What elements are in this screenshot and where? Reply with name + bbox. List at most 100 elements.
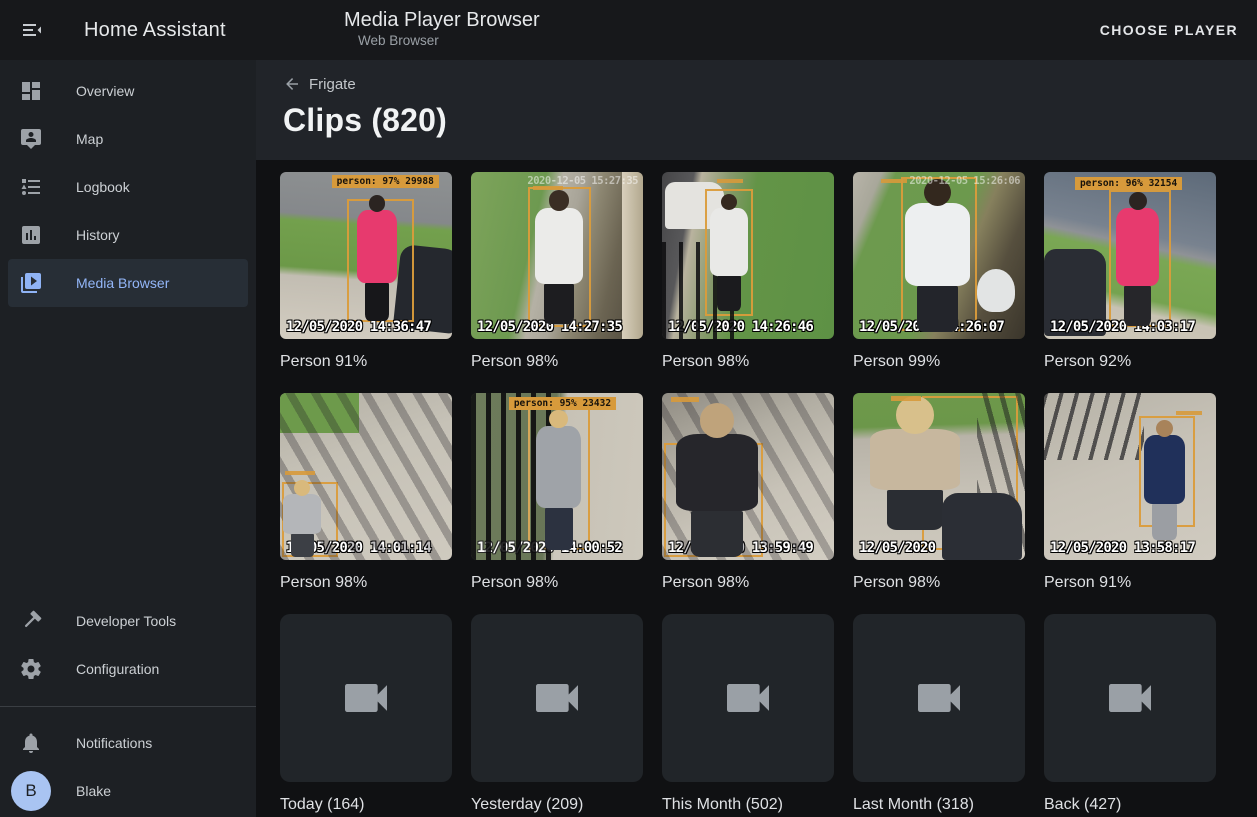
clip-timestamp-overlay: 12/05/2020 14:36:47 [286, 319, 431, 335]
clip-card-12-05-2020-14-27-35[interactable]: 2020-12-05 15:27:35 12/05/2020 14:27:35 … [471, 172, 643, 371]
folder-label: Last Month (318) [853, 795, 1025, 814]
scene-object [977, 269, 1015, 312]
sidebar-item-notifications[interactable]: Notifications [8, 719, 248, 767]
clip-timestamp-overlay: 12/05/2020 13:58:17 [1050, 540, 1195, 556]
user-name: Blake [76, 783, 111, 799]
sidebar-item-label: Media Browser [76, 275, 169, 291]
arrow-left-icon [283, 75, 301, 93]
sidebar-item-label: Logbook [76, 179, 130, 195]
clip-card-12-05-2020-14-36-47[interactable]: person: 97% 29988 12/05/2020 14:36:47 Pe… [280, 172, 452, 371]
clip-thumbnail: 2020-12-05 15:27:35 12/05/2020 14:27:35 [471, 172, 643, 339]
person-figure [357, 195, 397, 320]
detection-tag: person: 97% 29988 [332, 175, 439, 188]
sidebar-item-user[interactable]: B Blake [0, 767, 256, 815]
folder-thumbnail [471, 614, 643, 782]
clip-card-12-05-2020-14-01-14[interactable]: 12/05/2020 14:01:14 Person 98% [280, 393, 452, 592]
folder-card-back-427[interactable]: Back (427) [1044, 614, 1216, 814]
breadcrumb-label: Frigate [309, 76, 356, 93]
sidebar-item-developer-tools[interactable]: Developer Tools [8, 597, 248, 645]
sidebar-item-label: History [76, 227, 120, 243]
folder-card-this-month-502[interactable]: This Month (502) [662, 614, 834, 814]
scene-object [280, 393, 359, 433]
person-figure [283, 480, 321, 557]
view-dashboard-icon [19, 79, 43, 103]
camera-timestamp: 2020-12-05 15:27:35 [527, 175, 638, 187]
clip-label: Person 98% [853, 573, 1025, 592]
clip-card-12-05-2020-13-59-49[interactable]: 12/05/2020 13:59:49 Person 98% [662, 393, 834, 592]
sidebar-item-label: Map [76, 131, 103, 147]
breadcrumb-back-frigate[interactable]: Frigate [283, 75, 356, 93]
sidebar-item-logbook[interactable]: Logbook [8, 163, 248, 211]
clip-card-12-05-2020-14-26-46[interactable]: 12/05/2020 14:26:46 Person 98% [662, 172, 834, 371]
sidebar-item-label: Developer Tools [76, 613, 176, 629]
menu-open-icon[interactable] [8, 6, 56, 54]
history-chart-icon [19, 223, 43, 247]
clip-thumbnail: person: 95% 23432 12/05/2020 14:00:52 [471, 393, 643, 560]
clip-card-12-05-2020-13-58-30[interactable]: 12/05/2020 13:58:30 Person 98% [853, 393, 1025, 592]
person-figure [905, 179, 970, 333]
logbook-list-icon [19, 175, 43, 199]
person-figure [1116, 192, 1159, 326]
clip-label: Person 98% [280, 573, 452, 592]
bell-icon [19, 731, 43, 755]
detection-tag: person: 96% 32154 [1075, 177, 1182, 190]
scene-object [942, 493, 1021, 560]
clip-card-12-05-2020-13-58-17[interactable]: 12/05/2020 13:58:17 Person 91% [1044, 393, 1216, 592]
clip-card-12-05-2020-14-00-52[interactable]: person: 95% 23432 12/05/2020 14:00:52 Pe… [471, 393, 643, 592]
app-header: Home Assistant Media Player Browser Web … [0, 0, 1257, 60]
video-icon [720, 670, 776, 726]
video-icon [911, 670, 967, 726]
folder-card-yesterday-209[interactable]: Yesterday (209) [471, 614, 643, 814]
clip-thumbnail: 12/05/2020 14:26:46 [662, 172, 834, 339]
person-figure [1144, 420, 1185, 540]
folder-card-last-month-318[interactable]: Last Month (318) [853, 614, 1025, 814]
sidebar-item-label: Configuration [76, 661, 159, 677]
video-icon [1102, 670, 1158, 726]
clip-thumbnail: person: 97% 29988 12/05/2020 14:36:47 [280, 172, 452, 339]
clip-thumbnail: 12/05/2020 14:01:14 [280, 393, 452, 560]
sidebar: Overview Map Logbook History Media Brows… [0, 60, 256, 817]
sidebar-nav-main: Overview Map Logbook History Media Brows… [0, 67, 256, 307]
folder-thumbnail [662, 614, 834, 782]
clip-label: Person 99% [853, 352, 1025, 371]
clip-label: Person 98% [471, 352, 643, 371]
map-account-icon [19, 127, 43, 151]
person-figure [536, 410, 581, 550]
sidebar-spacer [0, 307, 256, 597]
main-content: Frigate Clips (820) person: 97% 29988 12… [256, 60, 1257, 817]
video-icon [529, 670, 585, 726]
person-figure [710, 194, 748, 311]
folder-label: Yesterday (209) [471, 795, 643, 814]
avatar: B [11, 771, 51, 811]
media-browser-play-icon [19, 271, 43, 295]
clip-label: Person 98% [471, 573, 643, 592]
choose-player-button[interactable]: CHOOSE PLAYER [1100, 22, 1238, 38]
sidebar-item-configuration[interactable]: Configuration [8, 645, 248, 693]
sidebar-item-media-browser[interactable]: Media Browser [8, 259, 248, 307]
sidebar-item-label: Overview [76, 83, 134, 99]
scene-object [622, 172, 643, 339]
page-header-title: Media Player Browser [344, 8, 540, 32]
clip-label: Person 92% [1044, 352, 1216, 371]
gear-icon [19, 657, 43, 681]
sidebar-item-overview[interactable]: Overview [8, 67, 248, 115]
clip-thumbnail: 12/05/2020 13:58:30 [853, 393, 1025, 560]
clip-card-12-05-2020-14-26-07[interactable]: 2020-12-05 15:26:06 12/05/2020 14:26:07 … [853, 172, 1025, 371]
folder-thumbnail [280, 614, 452, 782]
hammer-icon [19, 609, 43, 633]
folder-thumbnail [853, 614, 1025, 782]
clip-thumbnail: 12/05/2020 13:59:49 [662, 393, 834, 560]
page-header-subtitle: Web Browser [358, 32, 540, 50]
clip-label: Person 98% [662, 573, 834, 592]
folder-label: Back (427) [1044, 795, 1216, 814]
clip-label: Person 91% [280, 352, 452, 371]
sidebar-item-history[interactable]: History [8, 211, 248, 259]
app-title: Home Assistant [84, 19, 226, 42]
clip-thumbnail: 12/05/2020 13:58:17 [1044, 393, 1216, 560]
folder-card-today-164[interactable]: Today (164) [280, 614, 452, 814]
media-grid: person: 97% 29988 12/05/2020 14:36:47 Pe… [280, 172, 1257, 814]
clip-card-12-05-2020-14-03-17[interactable]: person: 96% 32154 12/05/2020 14:03:17 Pe… [1044, 172, 1216, 371]
sidebar-nav-footer: Developer Tools Configuration [0, 597, 256, 693]
sidebar-item-map[interactable]: Map [8, 115, 248, 163]
sidebar-divider [0, 706, 256, 707]
